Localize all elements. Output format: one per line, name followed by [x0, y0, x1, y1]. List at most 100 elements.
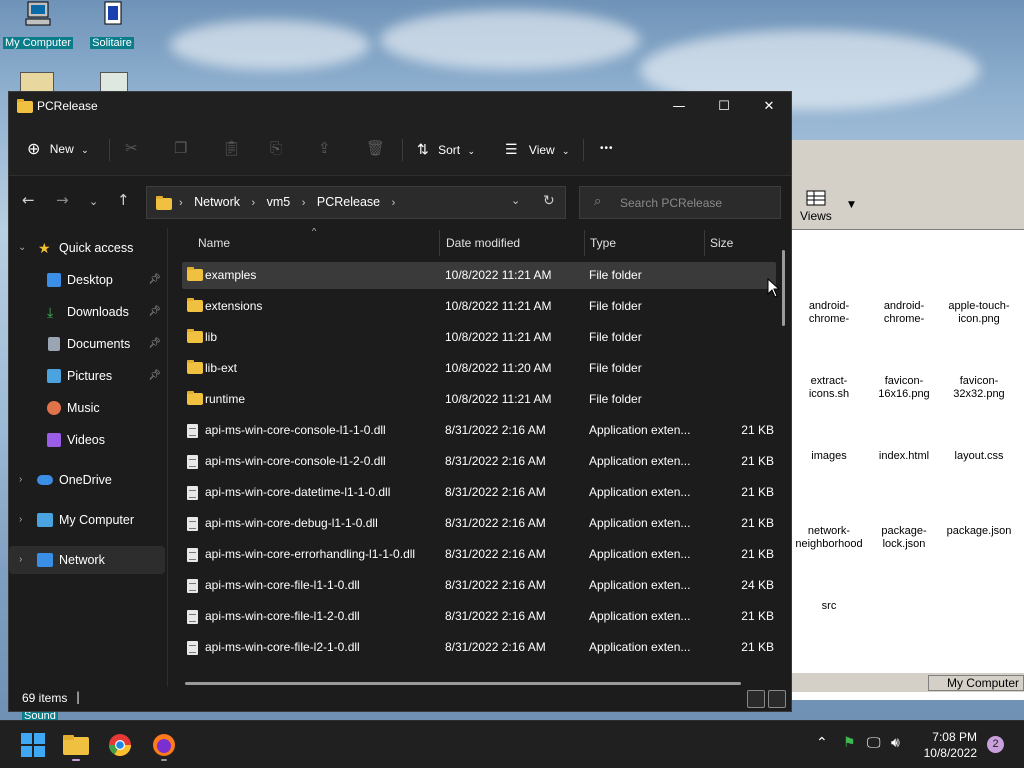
dropdown-arrow-icon[interactable]: ▼	[848, 200, 855, 210]
file-item[interactable]: favicon-16x16.png	[869, 375, 939, 401]
cut-icon[interactable]: ✂	[125, 136, 138, 162]
address-dropdown-icon[interactable]: ⌄	[511, 194, 520, 207]
minimize-button[interactable]: —	[656, 92, 702, 122]
column-type[interactable]: Type	[590, 236, 616, 250]
column-date[interactable]: Date modified	[446, 236, 520, 250]
breadcrumb-item[interactable]: PCRelease	[317, 195, 380, 209]
desktop-icon-partial[interactable]	[20, 72, 54, 92]
desktop-icon-my-computer[interactable]: My Computer	[0, 0, 76, 49]
desktop-icon-solitaire[interactable]: Solitaire	[74, 0, 150, 49]
paste-icon[interactable]: 📋︎	[222, 136, 241, 162]
clock[interactable]: 7:08 PM 10/8/2022	[924, 729, 977, 761]
nav-item-music[interactable]: Music	[9, 394, 165, 422]
start-button[interactable]	[17, 729, 49, 761]
more-options-button[interactable]: •••	[600, 136, 614, 162]
file-row[interactable]: api-ms-win-core-file-l2-1-0.dll 8/31/2022…	[182, 634, 776, 661]
horizontal-scrollbar[interactable]	[185, 682, 741, 685]
nav-item-downloads[interactable]: ⤓ Downloads 📌︎	[9, 298, 165, 326]
volume-icon[interactable]: 🔊︎	[891, 735, 900, 751]
tiles-view-button[interactable]	[768, 690, 786, 708]
chrome-icon	[109, 734, 131, 756]
nav-network[interactable]: › Network	[9, 546, 165, 574]
file-row[interactable]: api-ms-win-core-file-l1-2-0.dll 8/31/2022…	[182, 603, 776, 630]
view-button[interactable]: ☰ View ⌄	[505, 136, 570, 162]
pin-icon[interactable]: 📌︎	[148, 362, 161, 390]
delete-icon[interactable]: 🗑︎	[366, 136, 385, 162]
nav-item-desktop[interactable]: Desktop 📌︎	[9, 266, 165, 294]
nav-my-computer[interactable]: › My Computer	[9, 506, 165, 534]
file-item[interactable]: network-neighborhood	[794, 525, 864, 551]
file-item[interactable]: src	[794, 600, 864, 613]
file-row[interactable]: api-ms-win-core-datetime-l1-1-0.dll 8/31/…	[182, 479, 776, 506]
refresh-icon[interactable]: ↻	[543, 193, 555, 209]
folder-row[interactable]: extensions 10/8/2022 11:21 AM File folder	[182, 293, 776, 320]
taskbar-file-explorer[interactable]	[60, 729, 92, 761]
column-size[interactable]: Size	[710, 236, 733, 250]
back-arrow-icon[interactable]: ←	[22, 191, 35, 209]
share-icon[interactable]: ⇪	[318, 136, 331, 162]
file-item[interactable]: extract-icons.sh	[794, 375, 864, 401]
nav-item-pictures[interactable]: Pictures 📌︎	[9, 362, 165, 390]
row-size: 21 KB	[741, 454, 774, 468]
file-row[interactable]: api-ms-win-core-console-l1-2-0.dll 8/31/2…	[182, 448, 776, 475]
close-button[interactable]: ✕	[746, 92, 792, 122]
recent-chevron-icon[interactable]: ⌄	[89, 195, 98, 208]
folder-row[interactable]: runtime 10/8/2022 11:21 AM File folder	[182, 386, 776, 413]
file-row[interactable]: api-ms-win-core-debug-l1-1-0.dll 8/31/202…	[182, 510, 776, 537]
file-item[interactable]: android-chrome-	[869, 300, 939, 326]
nav-item-documents[interactable]: Documents 📌︎	[9, 330, 165, 358]
nav-quick-access[interactable]: ⌄ ★ Quick access	[9, 234, 165, 262]
pin-icon[interactable]: 📌︎	[148, 266, 161, 294]
vertical-scrollbar[interactable]	[782, 250, 785, 326]
file-item[interactable]: android-chrome-	[794, 300, 864, 326]
copy-icon[interactable]: ❐	[174, 136, 187, 162]
pin-icon[interactable]: 📌︎	[148, 298, 161, 326]
sort-button[interactable]: ⇅ Sort ⌄	[417, 136, 475, 162]
row-name: api-ms-win-core-console-l1-1-0.dll	[205, 423, 386, 437]
breadcrumb-item[interactable]: Network	[194, 195, 240, 209]
file-item[interactable]: images	[794, 450, 864, 463]
file-row[interactable]: api-ms-win-core-errorhandling-l1-1-0.dll…	[182, 541, 776, 568]
notification-badge[interactable]: 2	[987, 736, 1004, 753]
taskbar-firefox[interactable]	[148, 729, 180, 761]
nav-onedrive[interactable]: › OneDrive	[9, 466, 165, 494]
explorer-window: PCRelease — ☐ ✕ ⊕ New ⌄ ✂ ❐ 📋︎ ⎘ ⇪ 🗑︎ ⇅ …	[8, 91, 792, 712]
cloud-icon	[37, 475, 53, 485]
file-item[interactable]: layout.css	[944, 450, 1014, 463]
file-item[interactable]: package.json	[944, 525, 1014, 538]
file-row[interactable]: api-ms-win-core-file-l1-1-0.dll 8/31/2022…	[182, 572, 776, 599]
column-divider[interactable]	[704, 230, 705, 256]
column-divider[interactable]	[584, 230, 585, 256]
maximize-button[interactable]: ☐	[701, 92, 747, 122]
column-divider[interactable]	[439, 230, 440, 256]
desktop-icon-partial[interactable]	[100, 72, 128, 92]
taskbar-chrome[interactable]	[104, 729, 136, 761]
file-item[interactable]: package-lock.json	[869, 525, 939, 551]
nav-item-videos[interactable]: Videos	[9, 426, 165, 454]
row-size: 21 KB	[741, 423, 774, 437]
file-item[interactable]: favicon-32x32.png	[944, 375, 1014, 401]
chevron-down-icon: ⌄	[18, 242, 27, 253]
rename-icon[interactable]: ⎘	[270, 136, 282, 162]
address-bar[interactable]: › Network › vm5 › PCRelease › ⌄ ↻	[146, 186, 566, 219]
network-icon[interactable]: 🖵︎	[867, 735, 881, 751]
folder-row[interactable]: lib-ext 10/8/2022 11:20 AM File folder	[182, 355, 776, 382]
pane-divider[interactable]	[167, 228, 168, 690]
forward-arrow-icon[interactable]: →	[56, 191, 69, 209]
pin-icon[interactable]: 📌︎	[148, 330, 161, 358]
details-view-button[interactable]	[747, 690, 765, 708]
file-row[interactable]: api-ms-win-core-console-l1-1-0.dll 8/31/2…	[182, 417, 776, 444]
flag-icon[interactable]: ⚑	[843, 735, 856, 751]
search-box[interactable]: ⌕ Search PCRelease	[579, 186, 781, 219]
file-item[interactable]: index.html	[869, 450, 939, 463]
folder-row[interactable]: examples 10/8/2022 11:21 AM File folder	[182, 262, 776, 289]
up-arrow-icon[interactable]: ↑	[117, 191, 130, 209]
breadcrumb-item[interactable]: vm5	[267, 195, 291, 209]
column-name[interactable]: Name	[198, 236, 230, 250]
file-item[interactable]: apple-touch-icon.png	[944, 300, 1014, 326]
new-button[interactable]: ⊕ New ⌄	[27, 136, 89, 162]
chevron-up-icon[interactable]: ⌃	[816, 735, 828, 751]
folder-row[interactable]: lib 10/8/2022 11:21 AM File folder	[182, 324, 776, 351]
title-bar[interactable]: PCRelease — ☐ ✕	[9, 92, 791, 122]
views-button[interactable]: Views	[800, 190, 832, 223]
